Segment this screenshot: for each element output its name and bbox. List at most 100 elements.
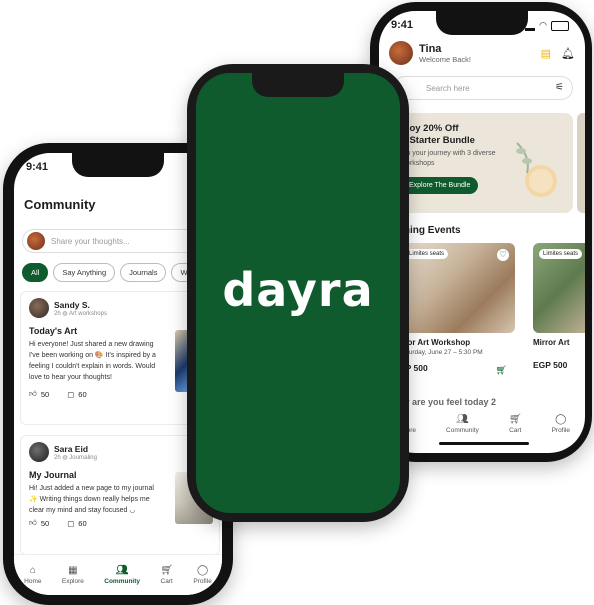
event-date: Saturday, June 27 – 5:30 PM — [399, 349, 483, 356]
comment-icon: ▢ — [67, 518, 75, 528]
status-time: 9:41 — [26, 161, 49, 173]
comment-count: 60 — [78, 389, 87, 399]
event-title: Mirror Art — [533, 338, 570, 347]
nav-community[interactable]: 👥︎ Community — [104, 564, 140, 585]
people-icon: 👥︎ — [115, 564, 129, 576]
composer-placeholder: Share your thoughts... — [51, 236, 130, 246]
author-name: Sandy S. — [54, 299, 90, 310]
chip-say-anything[interactable]: Say Anything — [53, 263, 116, 282]
user-name: Tina — [419, 42, 442, 55]
mood-prompt: ow are you feel today 2 — [397, 397, 497, 407]
post-time: 2h — [54, 310, 61, 317]
header-actions: ▤ 🔔︎ — [541, 47, 575, 60]
nav-label: Community — [104, 577, 140, 585]
notch — [72, 153, 164, 177]
event-card[interactable]: Limites seats ♡ irror Art Workshop Satur… — [399, 243, 515, 393]
post-body: Hi everyone! Just shared a new drawing I… — [29, 341, 156, 381]
promo-title-1: njoy 20% Off — [401, 123, 459, 134]
comment-button[interactable]: ▢ 60 — [67, 390, 86, 399]
grid-icon: ▦ — [68, 564, 78, 576]
search-placeholder: Search here — [426, 83, 470, 93]
chip-all[interactable]: All — [22, 263, 49, 282]
nav-label: Home — [24, 577, 42, 585]
like-button[interactable]: 👍︎ 50 — [29, 389, 49, 399]
comment-icon: ▢ — [67, 389, 75, 399]
event-image: Limites seats — [533, 243, 585, 333]
user-icon: ◯ — [197, 564, 209, 576]
nav-explore[interactable]: ▦Explore — [61, 564, 84, 585]
like-count: 50 — [40, 389, 50, 399]
event-image: Limites seats ♡ — [399, 243, 515, 333]
event-card[interactable]: Limites seats Mirror Art EGP 500 — [533, 243, 585, 393]
avatar[interactable] — [389, 41, 413, 65]
home-indicator — [439, 442, 529, 445]
thumbs-up-icon: 👍︎ — [29, 389, 37, 398]
nav-label: Community — [446, 426, 479, 434]
nav-cart[interactable]: 🛒︎ Cart — [508, 413, 522, 434]
next-banner-peek — [577, 113, 585, 213]
status-badge: Limites seats — [405, 249, 449, 259]
calendar-icon[interactable]: ▤ — [541, 47, 551, 60]
heart-icon[interactable]: ♡ — [497, 249, 509, 261]
promo-title-2: n Starter Bundle — [401, 135, 475, 146]
user-header: Tina Welcome Back! — [389, 41, 471, 65]
event-price: EGP 500 — [533, 360, 568, 370]
avatar — [29, 442, 49, 462]
post-header: Sandy S. 2h ◍ Art workshops — [29, 298, 211, 318]
author-name: Sara Eid — [54, 443, 89, 454]
post-time: 2h — [54, 454, 61, 461]
promo-illustration — [516, 142, 557, 197]
post-meta: 2h ◍ Journaling — [54, 454, 97, 461]
event-title: irror Art Workshop — [399, 338, 471, 347]
splash-screen: dayra — [196, 73, 400, 513]
filter-chips: All Say Anything Journals W — [22, 263, 197, 282]
center-phone-frame: dayra — [187, 64, 409, 522]
nav-label: Profile — [551, 426, 570, 434]
status-icons: ◠ — [525, 20, 569, 31]
promo-banner[interactable]: njoy 20% Off n Starter Bundle gin your j… — [401, 113, 573, 213]
comment-count: 60 — [78, 518, 87, 528]
nav-cart[interactable]: 🛒︎ Cart — [160, 564, 174, 585]
cart-icon: 🛒︎ — [160, 564, 174, 576]
people-icon: 👥︎ — [456, 413, 469, 425]
thumbs-up-icon: 👍︎ — [29, 518, 37, 527]
nav-label: Cart — [160, 577, 173, 585]
home-screen: 9:41 ◠ Tina Welcome Back! ▤ 🔔︎ Search he… — [379, 11, 585, 453]
nav-label: Profile — [193, 577, 212, 585]
status-badge: Limites seats — [539, 249, 583, 259]
post-body: Hi! Just added a new page to my journal … — [29, 485, 154, 514]
comment-button[interactable]: ▢ 60 — [67, 519, 86, 528]
nav-profile[interactable]: ◯ Profile — [193, 564, 212, 585]
globe-icon: ◍ — [62, 454, 68, 461]
bottom-nav: ▦Explore 👥︎Community 🛒︎Cart ◯Profile — [379, 409, 585, 439]
like-count: 50 — [40, 518, 50, 528]
add-to-cart-icon[interactable]: 🛒︎ — [496, 365, 507, 376]
dayra-logo: dayra — [222, 263, 374, 317]
explore-bundle-button[interactable]: Explore The Bundle — [401, 177, 479, 194]
filter-icon[interactable]: ⚟ — [555, 82, 564, 93]
post-category: Art workshops — [68, 310, 107, 317]
home-icon: ⌂ — [29, 564, 36, 576]
user-icon: ◯ — [555, 413, 567, 425]
chip-journals[interactable]: Journals — [120, 263, 167, 282]
battery-icon — [551, 20, 569, 31]
nav-home[interactable]: ⌂ Home — [24, 564, 42, 585]
like-button[interactable]: 👍︎ 50 — [29, 518, 49, 528]
avatar — [27, 232, 45, 250]
wifi-icon: ◠ — [539, 20, 547, 30]
nav-label: Explore — [61, 577, 84, 585]
avatar — [29, 298, 49, 318]
post-header: Sara Eid 2h ◍ Journaling — [29, 442, 211, 462]
cart-icon: 🛒︎ — [508, 413, 522, 425]
search-input[interactable]: Search here ⚟ — [393, 76, 573, 100]
status-time: 9:41 — [391, 19, 414, 31]
nav-profile[interactable]: ◯ Profile — [551, 413, 570, 434]
page-title: Community — [24, 197, 96, 212]
notch — [436, 11, 528, 35]
bell-icon[interactable]: 🔔︎ — [561, 47, 575, 60]
nav-community[interactable]: 👥︎ Community — [446, 413, 479, 434]
post-category: Journaling — [69, 454, 97, 461]
post-meta: 2h ◍ Art workshops — [54, 310, 107, 317]
notch — [252, 73, 344, 97]
globe-icon: ◍ — [62, 310, 68, 317]
